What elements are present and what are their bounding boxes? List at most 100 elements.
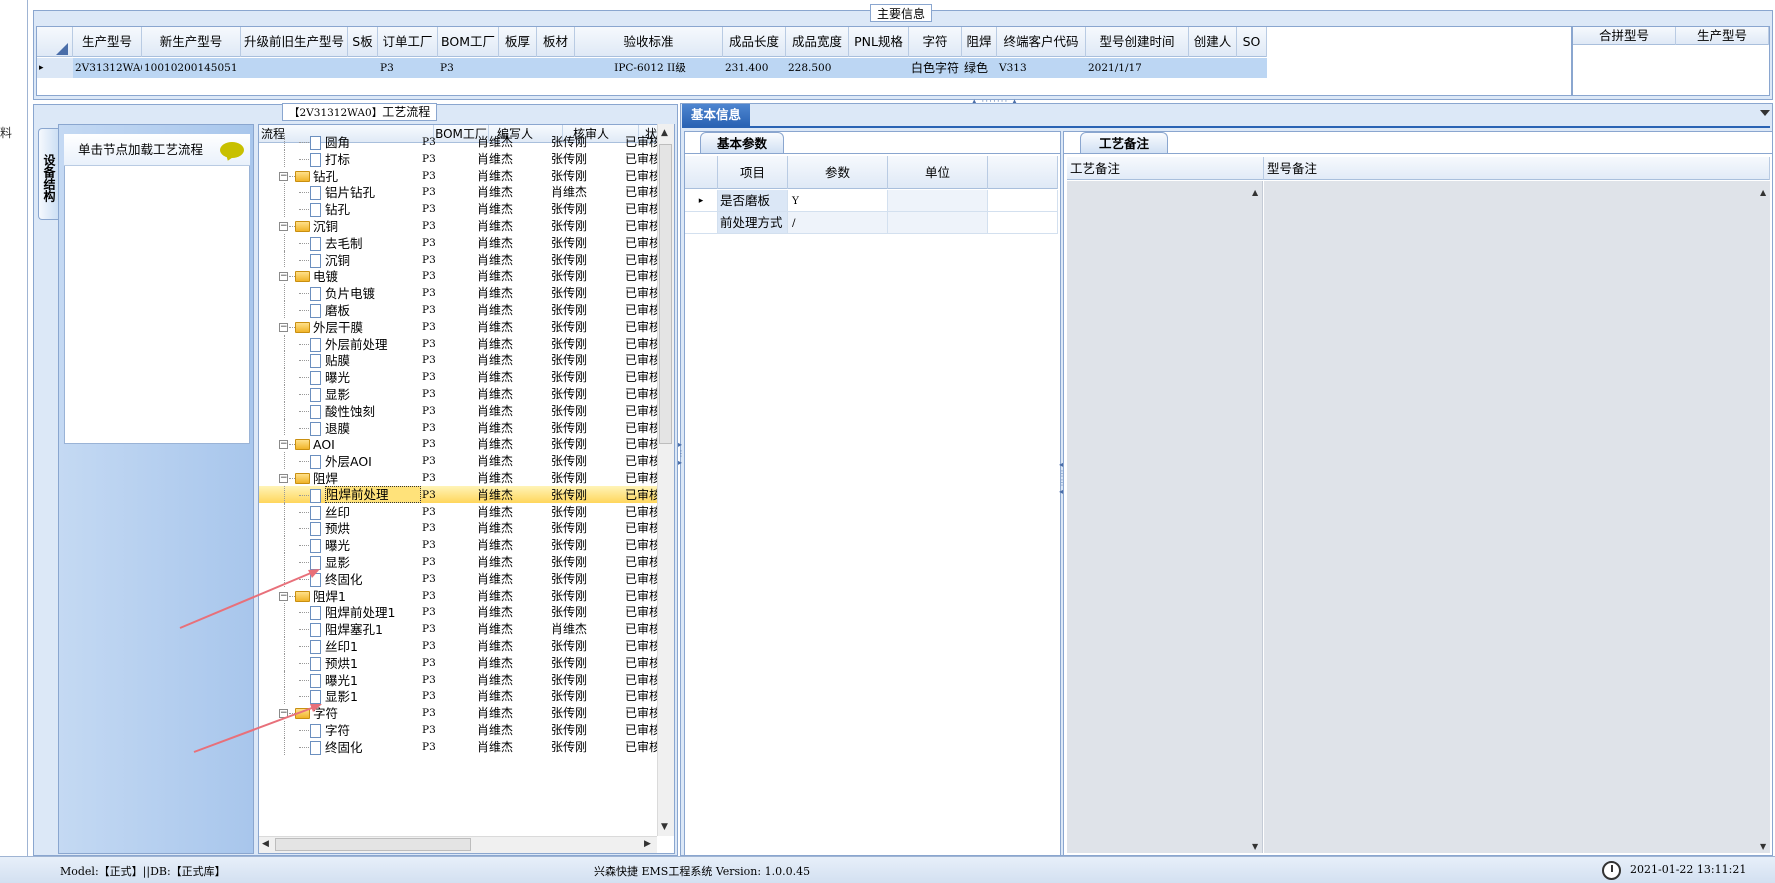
scroll-right-arrow-icon[interactable]: ▶ <box>644 839 651 849</box>
main-info-grid[interactable]: 生产型号 新生产型号 升级前旧生产型号 S板 订单工厂 BOM工厂 板厚 板材 验收标准 成品长度… <box>36 26 1572 96</box>
tree-process-node[interactable]: 钻孔 P3 肖维杰 张传刚 已审核 <box>259 200 659 218</box>
merge-col-header[interactable]: 合拼型号 <box>1573 27 1676 45</box>
tree-horizontal-scroll-thumb[interactable] <box>275 838 471 851</box>
tree-process-node[interactable]: 负片电镀 P3 肖维杰 张传刚 已审核 <box>259 284 659 302</box>
main-cell[interactable]: 绿色 <box>962 58 997 78</box>
main-cell[interactable]: 10010200145051 <box>142 58 241 78</box>
equipment-tree-box[interactable] <box>64 134 250 444</box>
collapse-icon[interactable]: − <box>279 322 288 332</box>
tree-process-node[interactable]: 预烘 P3 肖维杰 张传刚 已审核 <box>259 519 659 537</box>
tree-folder-node[interactable]: − 外层干膜 P3 肖维杰 张传刚 已审核 <box>259 318 659 335</box>
note-scroll-up-icon[interactable]: ▲ <box>1252 188 1258 197</box>
col-param[interactable]: 参数 <box>788 156 888 189</box>
param-unit[interactable] <box>888 212 988 234</box>
merge-col-header[interactable]: 生产型号 <box>1676 27 1769 45</box>
tree-folder-node[interactable]: − AOI P3 肖维杰 张传刚 已审核 <box>259 435 659 452</box>
main-col-header[interactable]: 板材 <box>537 27 575 57</box>
scroll-left-arrow-icon[interactable]: ◀ <box>262 839 269 849</box>
main-cell[interactable]: P3 <box>438 58 499 78</box>
model-note-field[interactable] <box>1264 181 1770 853</box>
tree-vertical-scroll-thumb[interactable] <box>659 144 672 444</box>
tree-process-node[interactable]: 曝光 P3 肖维杰 张传刚 已审核 <box>259 368 659 386</box>
note2-scroll-up-icon[interactable]: ▲ <box>1760 188 1766 197</box>
main-col-header[interactable]: 成品宽度 <box>786 27 849 57</box>
main-col-header[interactable]: 创建人 <box>1189 27 1237 57</box>
param-row[interactable]: 前处理方式 / <box>685 212 1058 234</box>
main-cell[interactable]: 231.400 <box>723 58 786 78</box>
main-col-header[interactable]: 字符 <box>909 27 962 57</box>
param-value[interactable]: Y <box>788 190 888 212</box>
param-unit[interactable] <box>888 190 988 212</box>
col-item[interactable]: 项目 <box>718 156 788 189</box>
collapse-icon[interactable]: − <box>279 222 288 231</box>
main-col-header[interactable]: 阻焊 <box>962 27 997 57</box>
tree-process-node[interactable]: 外层前处理 P3 肖维杰 张传刚 已审核 <box>259 334 659 352</box>
tree-process-node[interactable]: 酸性蚀刻 P3 肖维杰 张传刚 已审核 <box>259 401 659 419</box>
tree-folder-node[interactable]: − 钻孔 P3 肖维杰 张传刚 已审核 <box>259 167 659 184</box>
main-col-header[interactable]: S板 <box>348 27 378 57</box>
main-col-header[interactable]: 终端客户代码 <box>997 27 1086 57</box>
tree-process-node[interactable]: 沉铜 P3 肖维杰 张传刚 已审核 <box>259 250 659 268</box>
tab-basic-info[interactable]: 基本信息 <box>682 104 750 126</box>
note-scroll-down-icon[interactable]: ▼ <box>1252 842 1258 851</box>
main-cell[interactable] <box>1237 58 1267 78</box>
main-info-row[interactable]: ▸ 2V31312WA0 10010200145051 P3 P3 IPC-6012 II… <box>37 58 1267 78</box>
main-cell[interactable]: 2021/1/17 <box>1086 58 1189 78</box>
tree-process-node[interactable]: 打标 P3 肖维杰 张传刚 已审核 <box>259 149 659 167</box>
scroll-up-arrow-icon[interactable]: ▲ <box>661 128 668 138</box>
tree-process-node[interactable]: 磨板 P3 肖维杰 张传刚 已审核 <box>259 301 659 318</box>
note2-scroll-down-icon[interactable]: ▼ <box>1760 842 1766 851</box>
collapse-icon[interactable]: − <box>279 474 288 483</box>
param-value[interactable]: / <box>788 212 888 234</box>
tree-folder-node[interactable]: − 电镀 P3 肖维杰 张传刚 已审核 <box>259 267 659 284</box>
scroll-down-arrow-icon[interactable]: ▼ <box>661 822 668 832</box>
main-col-header[interactable]: 验收标准 <box>575 27 723 57</box>
param-row[interactable]: ▸ 是否磨板 Y <box>685 190 1058 212</box>
col-model-note[interactable]: 型号备注 <box>1264 157 1770 180</box>
main-col-header[interactable]: 生产型号 <box>73 27 142 57</box>
tree-process-node[interactable]: 铝片钻孔 P3 肖维杰 肖维杰 已审核 <box>259 183 659 201</box>
main-cell[interactable] <box>499 58 537 78</box>
tree-process-node[interactable]: 退膜 P3 肖维杰 张传刚 已审核 <box>259 418 659 436</box>
main-col-header[interactable]: PNL规格 <box>849 27 909 57</box>
tree-process-node[interactable]: 曝光 P3 肖维杰 张传刚 已审核 <box>259 536 659 554</box>
main-col-header[interactable]: 成品长度 <box>723 27 786 57</box>
main-col-header[interactable]: BOM工厂 <box>438 27 499 57</box>
tree-process-node[interactable]: 圆角 P3 肖维杰 张传刚 已审核 <box>259 133 659 150</box>
merge-model-grid[interactable]: 合拼型号 生产型号 <box>1572 26 1770 96</box>
main-cell[interactable] <box>537 58 575 78</box>
main-cell[interactable]: 228.500 <box>786 58 849 78</box>
main-col-header[interactable]: 型号创建时间 <box>1086 27 1189 57</box>
col-unit[interactable]: 单位 <box>888 156 988 189</box>
tree-process-node[interactable]: 阻焊前处理 P3 肖维杰 张传刚 已审核 <box>259 485 659 503</box>
main-col-header[interactable]: 板厚 <box>499 27 537 57</box>
main-col-header[interactable]: 升级前旧生产型号 <box>241 27 348 57</box>
main-col-header[interactable]: 订单工厂 <box>378 27 438 57</box>
tree-folder-node[interactable]: − 阻焊 P3 肖维杰 张传刚 已审核 <box>259 469 659 486</box>
chevron-down-icon[interactable] <box>1760 110 1770 116</box>
main-cell[interactable] <box>1189 58 1237 78</box>
col-process-note[interactable]: 工艺备注 <box>1067 157 1264 180</box>
tab-basic-params[interactable]: 基本参数 <box>700 132 784 154</box>
main-cell[interactable] <box>348 58 378 78</box>
collapse-icon[interactable]: − <box>279 171 288 181</box>
collapse-icon[interactable]: − <box>279 272 288 282</box>
tab-process-notes[interactable]: 工艺备注 <box>1080 132 1168 154</box>
main-cell[interactable]: 白色字符 <box>909 58 962 78</box>
main-col-header[interactable]: SO <box>1237 27 1267 57</box>
tree-process-node[interactable]: 外层AOI P3 肖维杰 张传刚 已审核 <box>259 452 659 470</box>
main-cell[interactable]: IPC-6012 II级 <box>575 58 723 78</box>
main-cell[interactable] <box>241 58 348 78</box>
main-col-header[interactable]: 新生产型号 <box>142 27 241 57</box>
main-cell[interactable] <box>849 58 909 78</box>
tree-process-node[interactable]: 去毛制 P3 肖维杰 张传刚 已审核 <box>259 233 659 251</box>
tree-process-node[interactable]: 显影 P3 肖维杰 张传刚 已审核 <box>259 385 659 402</box>
main-cell[interactable]: P3 <box>378 58 438 78</box>
main-cell[interactable]: 2V31312WA0 <box>73 58 142 78</box>
tab-equipment-structure[interactable]: 设备结构 <box>38 128 58 220</box>
main-cell[interactable]: V313 <box>997 58 1086 78</box>
process-note-field[interactable] <box>1067 181 1263 853</box>
tree-process-node[interactable]: 丝印 P3 肖维杰 张传刚 已审核 <box>259 502 659 520</box>
tree-process-node[interactable]: 贴膜 P3 肖维杰 张传刚 已审核 <box>259 351 659 369</box>
tree-folder-node[interactable]: − 沉铜 P3 肖维杰 张传刚 已审核 <box>259 217 659 234</box>
